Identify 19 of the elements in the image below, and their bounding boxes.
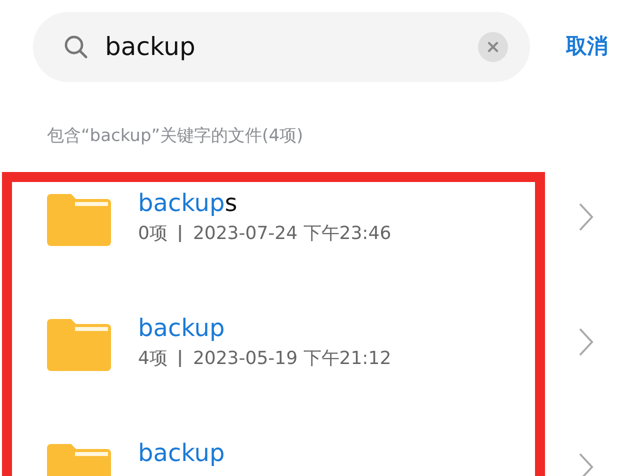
chevron-right-icon[interactable] [578, 452, 594, 476]
folder-icon [47, 194, 111, 246]
modified-date: 2023-07-24 下午23:46 [192, 222, 392, 246]
folder-name[interactable]: backup [138, 313, 392, 343]
chevron-right-icon[interactable] [578, 327, 594, 357]
search-bar[interactable]: backup [33, 12, 530, 82]
item-count: 0项 [138, 222, 168, 246]
folder-name[interactable]: backup [138, 438, 225, 468]
clear-button[interactable] [478, 32, 508, 62]
chevron-right-icon[interactable] [578, 202, 594, 232]
close-icon [487, 41, 499, 53]
modified-date: 2023-05-19 下午21:12 [192, 347, 392, 371]
cancel-button[interactable]: 取消 [566, 31, 608, 63]
item-count: 4项 [138, 347, 168, 371]
result-count-header: 包含“backup”关键字的文件(4项) [47, 126, 304, 146]
search-icon [63, 34, 89, 60]
search-field[interactable]: backup [105, 28, 478, 66]
folder-icon [47, 319, 111, 371]
folder-name[interactable]: backups [138, 188, 392, 218]
